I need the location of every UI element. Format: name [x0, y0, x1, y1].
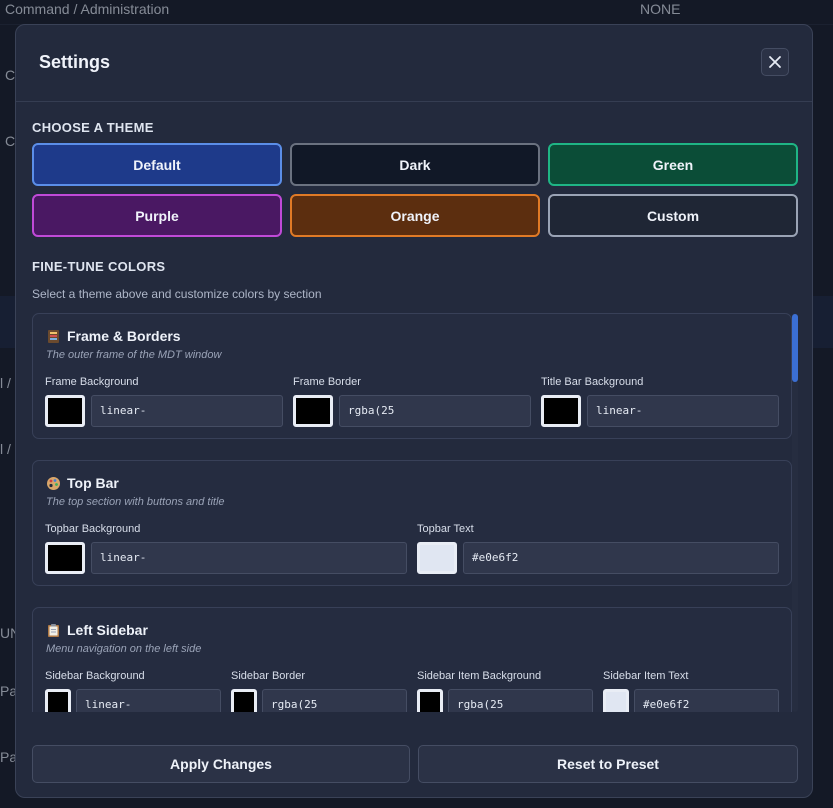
section-title: Left Sidebar: [46, 622, 148, 638]
color-swatch[interactable]: [541, 395, 581, 427]
clipboard-icon: [46, 623, 61, 638]
theme-button-default[interactable]: Default: [32, 143, 282, 186]
field-label: Sidebar Item Text: [603, 670, 689, 682]
color-swatch[interactable]: [45, 395, 85, 427]
theme-button-purple[interactable]: Purple: [32, 194, 282, 237]
field-label: Sidebar Background: [45, 670, 145, 682]
section-card-frame: Frame & Borders The outer frame of the M…: [32, 313, 792, 439]
field-label: Sidebar Item Background: [417, 670, 542, 682]
section-title: Frame & Borders: [46, 328, 181, 344]
theme-button-custom[interactable]: Custom: [548, 194, 798, 237]
color-value-input[interactable]: rgba(25: [262, 689, 407, 712]
theme-button-dark[interactable]: Dark: [290, 143, 540, 186]
reset-to-preset-button[interactable]: Reset to Preset: [418, 745, 798, 783]
color-value-input[interactable]: linear-: [91, 542, 407, 574]
fine-tune-heading: FINE-TUNE COLORS: [32, 259, 166, 274]
section-description: The top section with buttons and title: [46, 496, 225, 508]
color-swatch[interactable]: [45, 689, 71, 712]
color-swatch[interactable]: [45, 542, 85, 574]
theme-button-orange[interactable]: Orange: [290, 194, 540, 237]
modal-header: Settings: [16, 25, 812, 102]
theme-button-green[interactable]: Green: [548, 143, 798, 186]
fine-tune-hint: Select a theme above and customize color…: [32, 287, 322, 301]
section-title: Top Bar: [46, 475, 119, 491]
section-card-sidebar: Left Sidebar Menu navigation on the left…: [32, 607, 792, 712]
color-value-input[interactable]: linear-: [91, 395, 283, 427]
color-value-input[interactable]: #e0e6f2: [463, 542, 779, 574]
color-swatch[interactable]: [417, 542, 457, 574]
field-label: Sidebar Border: [231, 670, 305, 682]
color-value-input[interactable]: rgba(25: [339, 395, 531, 427]
section-title-text: Left Sidebar: [67, 622, 148, 638]
scrollbar-thumb[interactable]: [792, 314, 798, 382]
modal-title: Settings: [39, 52, 111, 72]
frame-icon: [46, 329, 61, 344]
palette-icon: [46, 476, 61, 491]
field-label: Topbar Text: [417, 523, 474, 535]
color-value-input[interactable]: rgba(25: [448, 689, 593, 712]
color-value-input[interactable]: linear-: [587, 395, 779, 427]
close-button[interactable]: [761, 48, 789, 76]
color-swatch[interactable]: [417, 689, 443, 712]
field-label: Frame Border: [293, 376, 361, 388]
settings-modal: Settings CHOOSE A THEME Default Dark Green…: [15, 24, 813, 798]
color-swatch[interactable]: [293, 395, 333, 427]
scrollbar[interactable]: [792, 313, 798, 712]
color-value-input[interactable]: #e0e6f2: [634, 689, 779, 712]
theme-heading: CHOOSE A THEME: [32, 120, 154, 135]
section-title-text: Frame & Borders: [67, 328, 181, 344]
color-value-input[interactable]: linear-: [76, 689, 221, 712]
field-label: Title Bar Background: [541, 376, 644, 388]
close-icon: [769, 56, 781, 68]
section-description: The outer frame of the MDT window: [46, 349, 222, 361]
color-swatch[interactable]: [231, 689, 257, 712]
color-swatch[interactable]: [603, 689, 629, 712]
section-title-text: Top Bar: [67, 475, 119, 491]
section-description: Menu navigation on the left side: [46, 643, 202, 655]
sections-scroll-area[interactable]: Frame & Borders The outer frame of the M…: [32, 313, 799, 712]
field-label: Topbar Background: [45, 523, 141, 535]
apply-changes-button[interactable]: Apply Changes: [32, 745, 410, 783]
field-label: Frame Background: [45, 376, 139, 388]
section-card-topbar: Top Bar The top section with buttons and…: [32, 460, 792, 586]
modal-footer: Apply Changes Reset to Preset: [16, 730, 812, 797]
